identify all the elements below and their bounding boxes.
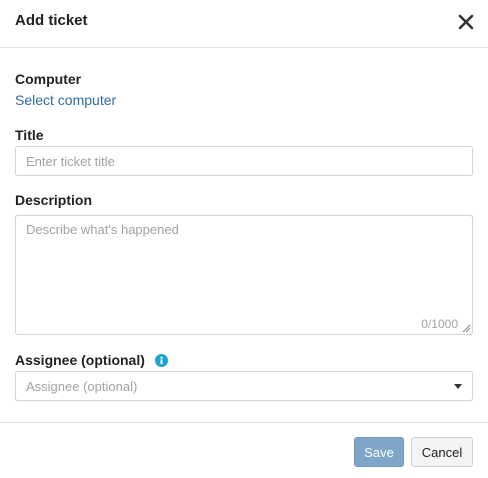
computer-label: Computer [15, 71, 82, 87]
close-icon [458, 14, 474, 30]
save-button[interactable]: Save [354, 437, 404, 467]
resize-handle-icon[interactable] [462, 324, 471, 333]
description-label: Description [15, 192, 93, 208]
add-ticket-dialog: Add ticket Computer Select computer Titl… [0, 0, 488, 478]
assignee-label: Assignee (optional) [15, 352, 145, 368]
dialog-header: Add ticket [0, 0, 488, 48]
title-label: Title [15, 127, 44, 143]
assignee-select[interactable]: Assignee (optional) [15, 371, 473, 401]
description-textarea[interactable] [16, 216, 472, 334]
cancel-button[interactable]: Cancel [411, 437, 473, 467]
select-computer-link[interactable]: Select computer [15, 92, 116, 108]
description-field: 0/1000 [15, 215, 473, 335]
character-counter: 0/1000 [421, 317, 458, 331]
title-input[interactable] [15, 146, 473, 176]
chevron-down-icon [454, 384, 462, 389]
close-button[interactable] [454, 10, 478, 34]
footer-divider [0, 422, 488, 423]
assignee-select-placeholder: Assignee (optional) [26, 379, 138, 394]
dialog-title: Add ticket [15, 12, 88, 29]
info-icon[interactable] [155, 354, 168, 367]
